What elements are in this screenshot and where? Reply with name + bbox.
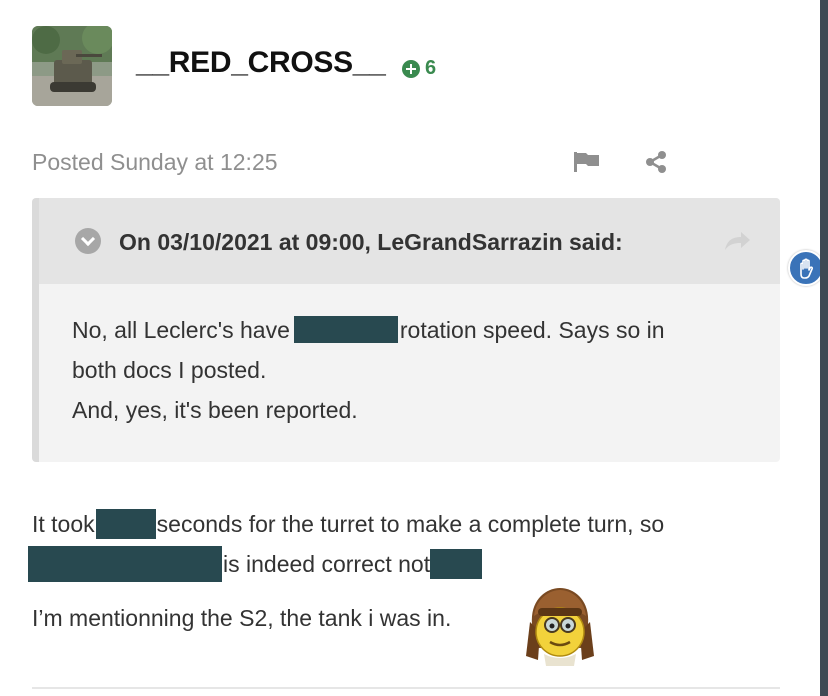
redaction-block bbox=[28, 545, 222, 582]
quote-text-segment: rotation speed. Says so in bbox=[399, 317, 665, 343]
reputation-plus-icon bbox=[402, 59, 420, 78]
post-timestamp[interactable]: Posted Sunday at 12:25 bbox=[32, 149, 278, 176]
scrollbar[interactable] bbox=[820, 0, 828, 696]
username[interactable]: __RED_CROSS__ bbox=[136, 46, 386, 80]
quote-citation: On 03/10/2021 at 09:00, LeGrandSarrazin … bbox=[119, 229, 623, 255]
chevron-down-icon[interactable] bbox=[75, 228, 101, 254]
reputation-badge: 6 bbox=[402, 57, 436, 80]
redaction-block bbox=[293, 316, 398, 344]
aviator-emoji-icon bbox=[526, 588, 594, 666]
avatar-image bbox=[32, 26, 112, 106]
reputation-count: 6 bbox=[425, 57, 437, 79]
quote-line: both docs I posted. bbox=[72, 357, 267, 383]
content-text-segment: seconds for the turret to make a complet… bbox=[156, 511, 665, 537]
content-line: It took seconds for the turret to make a … bbox=[32, 504, 792, 544]
reply-arrow-icon[interactable] bbox=[723, 230, 751, 252]
report-flag-icon[interactable] bbox=[574, 152, 600, 172]
avatar[interactable] bbox=[32, 26, 112, 106]
grab-hand-icon bbox=[800, 258, 814, 279]
content-text-segment: is indeed correct not bbox=[223, 551, 431, 577]
post-divider bbox=[32, 687, 780, 689]
content-line: is indeed correct not bbox=[28, 544, 792, 584]
quote-text-segment: No, all Leclerc's have bbox=[72, 317, 290, 343]
quote-line: No, all Leclerc's have rotation speed. Sa… bbox=[72, 310, 762, 350]
quote-line: And, yes, it's been reported. bbox=[72, 397, 358, 423]
quote-header[interactable]: On 03/10/2021 at 09:00, LeGrandSarrazin … bbox=[39, 198, 780, 284]
grab-hand-button[interactable] bbox=[788, 250, 824, 286]
share-icon[interactable] bbox=[644, 150, 668, 174]
content-line: I’m mentionning the S2, the tank i was i… bbox=[32, 605, 452, 631]
redaction-block bbox=[430, 548, 483, 579]
redaction-block bbox=[95, 508, 156, 539]
post-content: It took seconds for the turret to make a … bbox=[28, 504, 792, 584]
forum-post: __RED_CROSS__ 6 Posted Sunday at 12:25 O… bbox=[0, 0, 824, 696]
quote-text: No, all Leclerc's have rotation speed. Sa… bbox=[72, 310, 762, 430]
content-text-segment: It took bbox=[32, 511, 95, 537]
quote-block: On 03/10/2021 at 09:00, LeGrandSarrazin … bbox=[32, 198, 780, 462]
